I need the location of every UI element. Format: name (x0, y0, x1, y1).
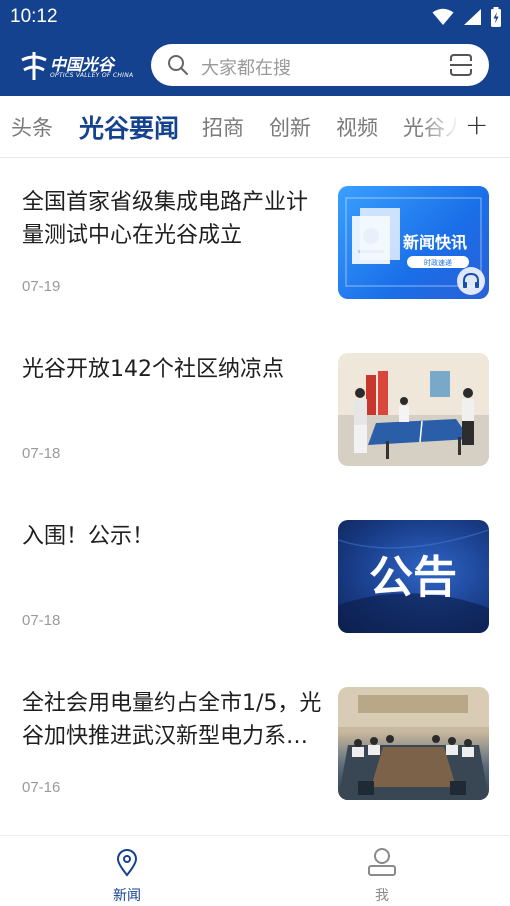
status-time: 10:12 (10, 6, 58, 27)
logo-subtext: OPTICS VALLEY OF CHINA (50, 72, 134, 79)
tab-headlines[interactable]: 头条 (11, 112, 53, 142)
news-thumbnail (338, 353, 489, 466)
tab-video[interactable]: 视频 (336, 112, 378, 142)
announcement-caption: 公告 (369, 552, 457, 603)
news-item[interactable]: 全国首家省级集成电路产业计量测试中心在光谷成立 07-19 新闻快讯 时政速递 (0, 186, 510, 353)
wifi-icon (432, 8, 454, 25)
news-date: 07-16 (22, 779, 61, 796)
news-thumbnail: 公告 (338, 520, 489, 633)
person-icon (368, 848, 396, 876)
category-tabs: 头条 光谷要闻 招商 创新 视频 光谷人 + (0, 96, 510, 158)
news-date: 07-18 (22, 612, 61, 629)
tab-optics-valley-news[interactable]: 光谷要闻 (79, 109, 179, 145)
app-logo: 中国光谷 OPTICS VALLEY OF CHINA (20, 50, 134, 84)
bottom-navigation: 新闻 我 (0, 835, 510, 906)
news-title: 光谷开放142个社区纳凉点 (22, 357, 284, 382)
news-date: 07-18 (22, 445, 61, 462)
status-icons (432, 7, 502, 27)
nav-me[interactable]: 我 (322, 836, 442, 906)
ping-pong-photo (338, 353, 489, 466)
news-item[interactable]: 入围！公示！ 07-18 公告 (0, 520, 510, 687)
meeting-photo (338, 687, 489, 800)
news-title: 全社会用电量约占全市1/5，光谷加快推进武汉新型电力系统建设 (22, 691, 322, 749)
app-header: 10:12 中国光谷 OPTICS VALLEY OF CHINA 大家都在搜 (0, 0, 510, 96)
announcement-graphic: 公告 (338, 529, 489, 633)
signal-icon (464, 9, 481, 25)
news-flash-caption: 新闻快讯 (403, 233, 467, 252)
add-tab-button[interactable]: + (456, 96, 510, 157)
logo-mark-icon (21, 52, 47, 80)
status-bar: 10:12 (0, 0, 510, 34)
news-thumbnail: 新闻快讯 时政速递 (338, 186, 489, 299)
news-thumbnail (338, 687, 489, 800)
search-placeholder: 大家都在搜 (201, 58, 291, 79)
tabs-fade (420, 96, 460, 157)
news-item[interactable]: 光谷开放142个社区纳凉点 07-18 (0, 353, 510, 520)
nav-news-label: 新闻 (113, 888, 141, 904)
location-pin-icon (116, 849, 138, 877)
nav-me-label: 我 (375, 888, 389, 904)
search-bar[interactable]: 大家都在搜 (151, 44, 489, 86)
news-date: 07-19 (22, 278, 61, 295)
nav-news[interactable]: 新闻 (67, 836, 187, 906)
news-title: 入围！公示！ (22, 524, 155, 549)
tab-innovation[interactable]: 创新 (269, 112, 311, 142)
scan-icon[interactable] (449, 53, 473, 77)
headphones-icon[interactable] (457, 267, 485, 295)
plus-icon: + (465, 108, 489, 141)
battery-icon (491, 7, 501, 27)
news-item[interactable]: 全社会用电量约占全市1/5，光谷加快推进武汉新型电力系统建设 07-16 (0, 687, 510, 854)
news-title: 全国首家省级集成电路产业计量测试中心在光谷成立 (22, 190, 309, 248)
news-flash-subcaption: 时政速递 (424, 258, 452, 267)
search-icon (168, 55, 188, 75)
tab-investment[interactable]: 招商 (202, 112, 244, 142)
